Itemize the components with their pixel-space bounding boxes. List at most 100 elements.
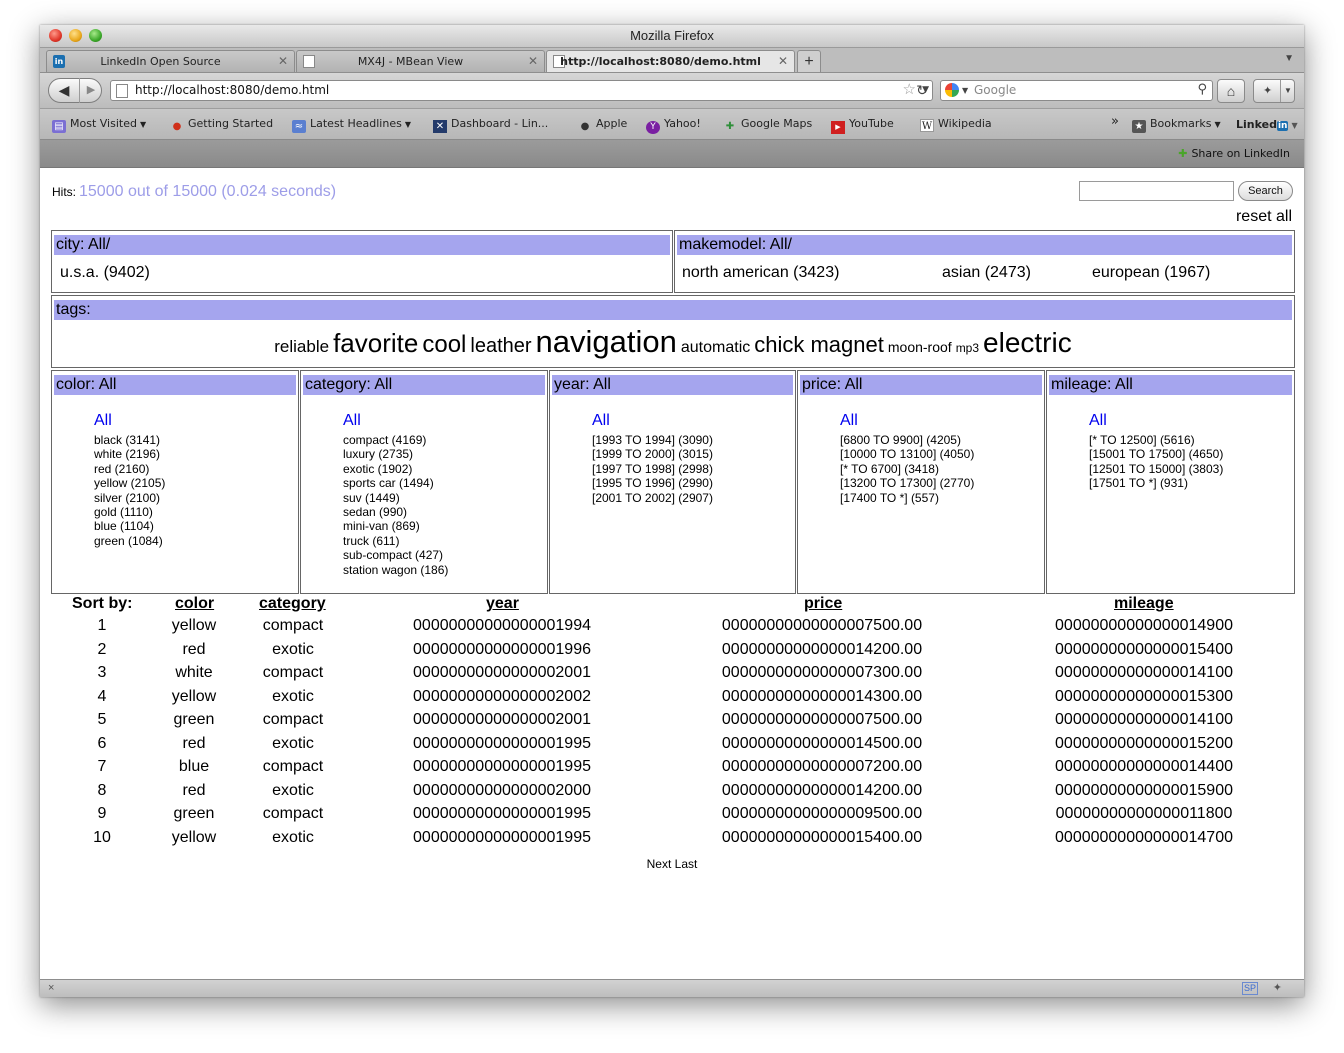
tag-link[interactable]: favorite <box>333 328 418 358</box>
bookmark-google-maps[interactable]: ✚ Google Maps <box>723 117 812 133</box>
price-cell: 00000000000000014500.00 <box>721 734 923 752</box>
facet-value[interactable]: exotic (1902) <box>343 462 448 476</box>
tag-link[interactable]: cool <box>422 331 466 358</box>
bookmark-yahoo[interactable]: Y Yahoo! <box>646 117 701 134</box>
tab-demo-page[interactable]: http://localhost:8080/demo.html ✕ <box>546 50 795 72</box>
facet-value[interactable]: red (2160) <box>94 462 165 476</box>
tag-link[interactable]: moon-roof <box>888 339 952 355</box>
bookmark-dashboard[interactable]: ✕ Dashboard - Lin... <box>433 117 548 133</box>
bookmark-most-visited[interactable]: ▤ Most Visited ▼ <box>52 117 146 133</box>
facet-value[interactable]: black (3141) <box>94 433 165 447</box>
back-button[interactable]: ◀ <box>49 78 80 103</box>
tag-link[interactable]: leather <box>470 335 531 357</box>
tab-linkedin-open-source[interactable]: in LinkedIn Open Source ✕ <box>46 50 295 72</box>
facet-value[interactable]: [12501 TO 15000] (3803) <box>1089 462 1223 476</box>
search-icon[interactable]: ⚲ <box>1197 80 1207 99</box>
year-cell: 00000000000000001995 <box>413 805 591 822</box>
close-window-icon[interactable] <box>49 29 62 42</box>
new-tab-button[interactable]: + <box>797 50 821 72</box>
table-row: 10 yellow exotic 00000000000000001995 000000… <box>40 829 1304 852</box>
linkedin-toolbar-button[interactable]: Linkedin ▼ <box>1236 118 1298 131</box>
extension-button[interactable]: ✦ ▼ <box>1253 79 1295 103</box>
facet-value[interactable]: [1997 TO 1998] (2998) <box>592 462 713 476</box>
hits-label: Hits: <box>52 185 76 199</box>
facet-value[interactable]: [1995 TO 1996] (2990) <box>592 476 713 490</box>
facet-value[interactable]: [10000 TO 13100] (4050) <box>840 447 974 461</box>
facet-value[interactable]: north american (3423) <box>682 264 839 282</box>
bookmarks-menu-button[interactable]: ★ Bookmarks ▼ <box>1132 117 1221 133</box>
tag-link[interactable]: navigation <box>536 324 677 359</box>
facet-value[interactable]: blue (1104) <box>94 519 165 533</box>
mileage-cell: 00000000000000014100 <box>1055 711 1233 728</box>
facet-value[interactable]: asian (2473) <box>942 264 1031 282</box>
facet-value[interactable]: mini-van (869) <box>343 519 448 533</box>
facet-list: [* TO 12500] (5616) [15001 TO 17500] (465… <box>1089 433 1223 491</box>
sort-color-link[interactable]: color <box>175 595 214 613</box>
facet-value[interactable]: station wagon (186) <box>343 563 448 577</box>
share-on-linkedin-button[interactable]: ✚ Share on LinkedIn <box>1178 147 1290 160</box>
search-engine-dropdown-icon[interactable]: ▼ <box>962 81 968 100</box>
bookmark-latest-headlines[interactable]: ≈ Latest Headlines ▼ <box>292 117 411 133</box>
facet-value[interactable]: compact (4169) <box>343 433 448 447</box>
facet-value[interactable]: [17400 TO *] (557) <box>840 491 974 505</box>
facet-value[interactable]: [1993 TO 1994] (3090) <box>592 433 713 447</box>
search-button[interactable]: Search <box>1238 181 1293 201</box>
close-tab-icon[interactable]: ✕ <box>528 51 538 72</box>
facet-value[interactable]: sports car (1494) <box>343 476 448 490</box>
facet-value[interactable]: truck (611) <box>343 534 448 548</box>
tag-link[interactable]: reliable <box>274 337 329 356</box>
tab-mx4j-mbean-view[interactable]: MX4J - MBean View ✕ <box>296 50 545 72</box>
facet-all-link[interactable]: All <box>1089 412 1107 430</box>
facet-value[interactable]: white (2196) <box>94 447 165 461</box>
bookmarks-overflow-button[interactable]: » <box>1111 114 1119 129</box>
bookmark-apple[interactable]: ● Apple <box>578 117 628 133</box>
tag-link[interactable]: electric <box>983 327 1072 358</box>
facet-value[interactable]: suv (1449) <box>343 491 448 505</box>
facet-value[interactable]: green (1084) <box>94 534 165 548</box>
facet-value[interactable]: u.s.a. (9402) <box>60 264 150 282</box>
facet-value[interactable]: yellow (2105) <box>94 476 165 490</box>
bookmark-youtube[interactable]: ▶ YouTube <box>831 117 894 134</box>
facet-value[interactable]: sub-compact (427) <box>343 548 448 562</box>
facet-value[interactable]: [2001 TO 2002] (2907) <box>592 491 713 505</box>
facet-value[interactable]: [1999 TO 2000] (3015) <box>592 447 713 461</box>
url-bar[interactable]: http://localhost:8080/demo.html ☆ ▼ <box>110 80 933 101</box>
bookmark-getting-started[interactable]: ● Getting Started <box>170 117 273 133</box>
facet-value[interactable]: european (1967) <box>1092 264 1210 282</box>
reset-all-link[interactable]: reset all <box>1236 208 1292 226</box>
zoom-window-icon[interactable] <box>89 29 102 42</box>
facet-value[interactable]: [17501 TO *] (931) <box>1089 476 1223 490</box>
forward-button[interactable]: ▶ <box>80 78 102 103</box>
facet-value[interactable]: silver (2100) <box>94 491 165 505</box>
facet-value[interactable]: [6800 TO 9900] (4205) <box>840 433 974 447</box>
tag-link[interactable]: mp3 <box>956 341 979 355</box>
facet-all-link[interactable]: All <box>343 412 361 430</box>
reload-icon[interactable]: ↻ <box>911 80 933 101</box>
bookmark-wikipedia[interactable]: W Wikipedia <box>920 117 992 132</box>
home-button[interactable]: ⌂ <box>1217 79 1245 103</box>
facet-value[interactable]: [* TO 6700] (3418) <box>840 462 974 476</box>
facet-value[interactable]: [15001 TO 17500] (4650) <box>1089 447 1223 461</box>
sort-price-link[interactable]: price <box>804 595 842 613</box>
close-icon[interactable]: × <box>48 982 54 994</box>
facet-value[interactable]: [* TO 12500] (5616) <box>1089 433 1223 447</box>
facet-value[interactable]: gold (1110) <box>94 505 165 519</box>
query-input[interactable] <box>1079 181 1234 201</box>
facet-value[interactable]: [13200 TO 17300] (2770) <box>840 476 974 490</box>
tag-link[interactable]: automatic <box>681 339 750 356</box>
minimize-window-icon[interactable] <box>69 29 82 42</box>
facet-all-link[interactable]: All <box>592 412 610 430</box>
facet-value[interactable]: sedan (990) <box>343 505 448 519</box>
close-tab-icon[interactable]: ✕ <box>278 51 288 72</box>
sort-year-link[interactable]: year <box>486 595 519 613</box>
tag-link[interactable]: chick magnet <box>754 332 884 357</box>
pager[interactable]: Next Last <box>40 857 1304 871</box>
facet-value[interactable]: luxury (2735) <box>343 447 448 461</box>
sort-mileage-link[interactable]: mileage <box>1114 595 1174 613</box>
search-bar[interactable]: ▼ Google ⚲ <box>940 80 1213 101</box>
facet-all-link[interactable]: All <box>840 412 858 430</box>
tab-list-chevron-icon[interactable]: ▼ <box>1284 53 1294 64</box>
sort-category-link[interactable]: category <box>259 595 326 613</box>
close-tab-icon[interactable]: ✕ <box>778 51 788 72</box>
facet-all-link[interactable]: All <box>94 412 112 430</box>
